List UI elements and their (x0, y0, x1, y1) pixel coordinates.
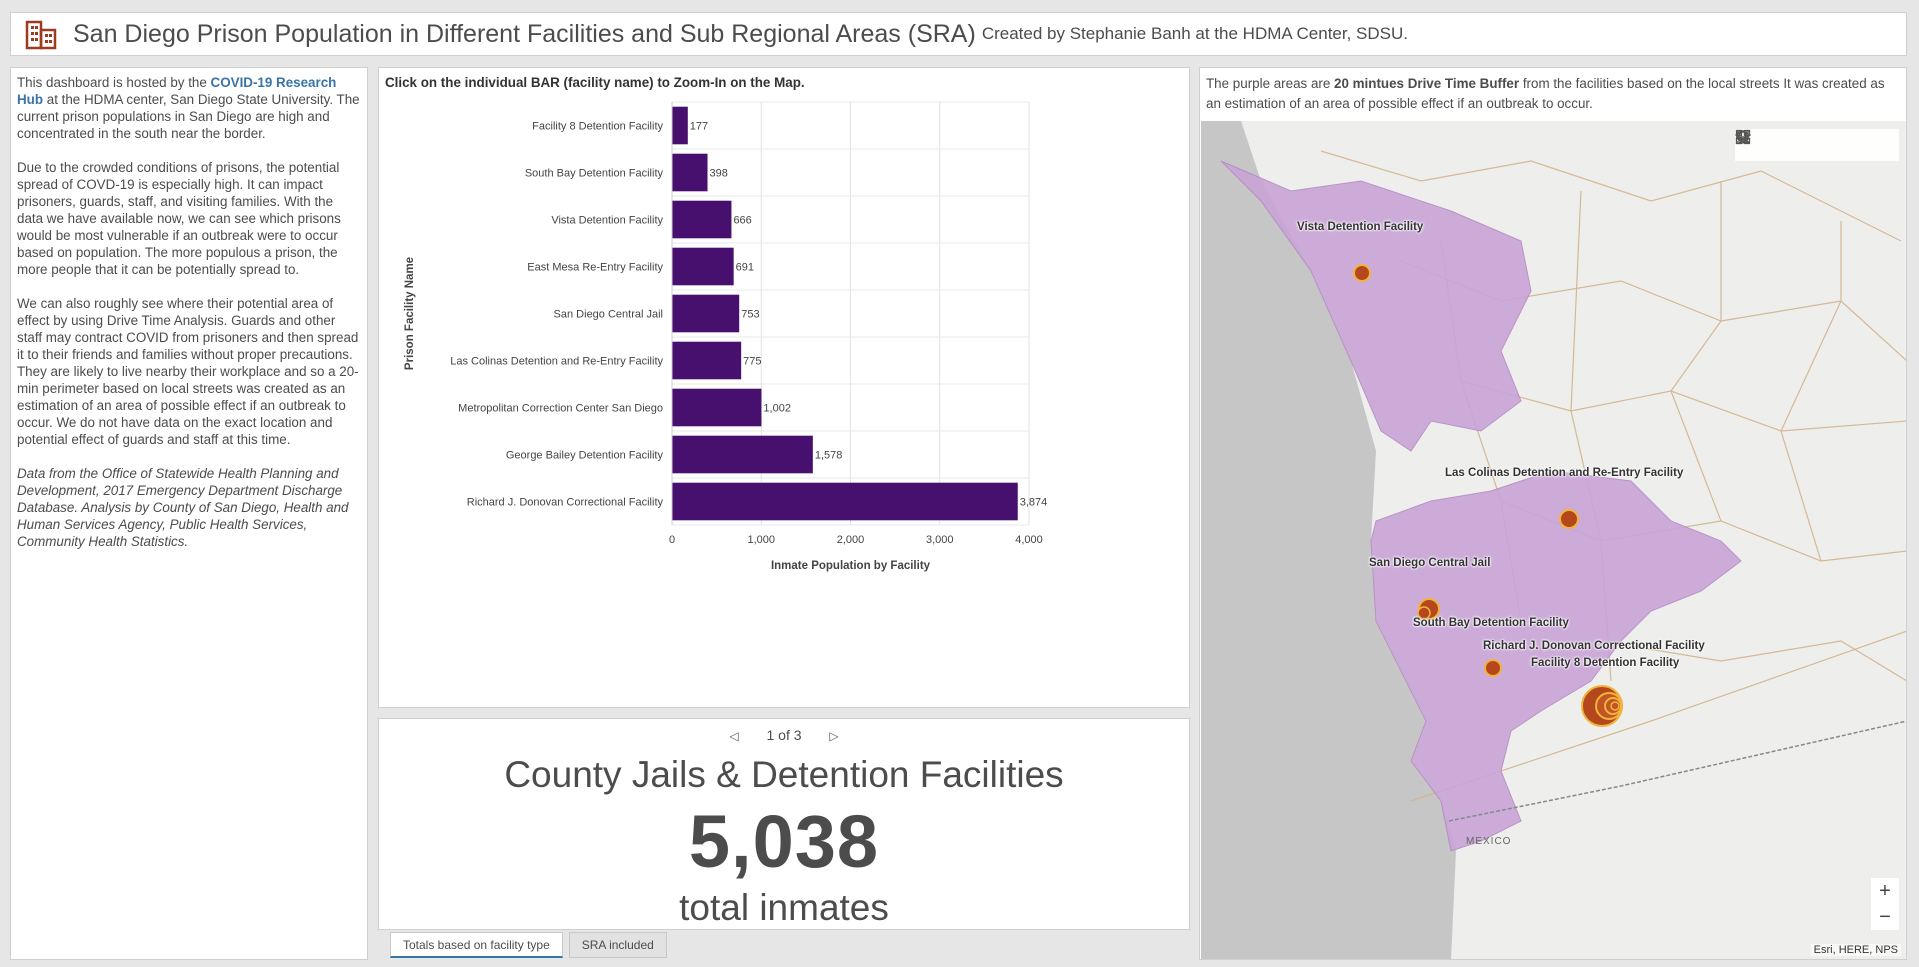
map-description: The purple areas are 20 mintues Drive Ti… (1206, 74, 1896, 114)
tab-sra-included[interactable]: SRA included (568, 932, 667, 958)
value-label: 691 (736, 262, 754, 274)
drive-time-paragraph: We can also roughly see where their pote… (17, 296, 359, 447)
dashboard-header: San Diego Prison Population in Different… (10, 12, 1907, 56)
category-label[interactable]: Metropolitan Correction Center San Diego (458, 403, 663, 415)
facility-bar-chart: Facility 8 Detention Facility 177 South Ba… (404, 101, 1048, 572)
y-axis-title: Prison Facility Name (404, 257, 416, 370)
value-label: 398 (710, 168, 728, 180)
description-panel: This dashboard is hosted by the COVID-19… (10, 67, 368, 960)
bar[interactable] (672, 388, 762, 427)
value-label: 666 (733, 215, 751, 227)
basemap-gallery-icon[interactable] (1735, 129, 1896, 158)
intro-text-end: at the HDMA center, San Diego State Univ… (17, 92, 360, 141)
map-toolbar (1735, 129, 1899, 161)
map-view[interactable]: Vista Detention Facility Las Colinas Det… (1201, 121, 1907, 960)
crowding-paragraph: Due to the crowded conditions of prisons… (17, 160, 341, 277)
map-panel: The purple areas are 20 mintues Drive Ti… (1199, 67, 1907, 960)
map-label-las-colinas: Las Colinas Detention and Re-Entry Facil… (1445, 467, 1684, 479)
category-label[interactable]: Las Colinas Detention and Re-Entry Facil… (450, 356, 663, 368)
map-label-central-jail: San Diego Central Jail (1369, 557, 1491, 569)
bar[interactable] (672, 247, 734, 286)
tab-totals[interactable]: Totals based on facility type (390, 932, 563, 958)
indicator-tabs: Totals based on facility type SRA includ… (390, 932, 667, 960)
prev-page-icon[interactable]: ◁ (729, 729, 738, 743)
indicator-value: 5,038 (688, 800, 880, 883)
zoom-controls: + − (1871, 878, 1899, 930)
facility-marker-facility8[interactable] (1610, 701, 1620, 711)
x-tick-label: 4,000 (1015, 534, 1043, 546)
home-icon[interactable] (1736, 130, 1800, 158)
x-tick-label: 3,000 (926, 534, 954, 546)
value-label: 177 (690, 121, 708, 133)
zoom-out-button[interactable]: − (1871, 904, 1899, 930)
bar[interactable] (672, 294, 740, 333)
next-page-icon[interactable]: ▷ (829, 729, 838, 743)
map-canvas[interactable] (1201, 121, 1907, 960)
category-label[interactable]: Richard J. Donovan Correctional Facility (467, 497, 664, 509)
category-label[interactable]: Vista Detention Facility (551, 215, 663, 227)
map-label-south-bay: South Bay Detention Facility (1413, 617, 1569, 629)
indicator-top-text: County Jails & Detention Facilities (504, 754, 1064, 795)
bar[interactable] (672, 153, 708, 192)
facility-marker-south-bay[interactable] (1484, 659, 1502, 677)
indicator-pager: ◁ 1 of 3 ▷ (379, 727, 1189, 743)
bar[interactable] (672, 200, 732, 239)
map-desc-start: The purple areas are (1206, 76, 1335, 91)
legend-icon[interactable] (1736, 131, 1832, 158)
x-tick-label: 0 (669, 534, 675, 546)
map-desc-bold: 20 mintues Drive Time Buffer (1334, 76, 1520, 91)
facility-marker-vista[interactable] (1353, 264, 1371, 282)
us-mexico-border (1448, 720, 1906, 822)
value-label: 753 (741, 309, 759, 321)
indicator-bottom-text: total inmates (679, 887, 889, 928)
map-label-facility8: Facility 8 Detention Facility (1531, 657, 1680, 669)
map-attribution: Esri, HERE, NPS (1810, 944, 1901, 956)
layers-icon[interactable] (1735, 130, 1864, 158)
bar[interactable] (672, 482, 1018, 521)
page-title: San Diego Prison Population in Different… (73, 19, 976, 48)
value-label: 775 (743, 356, 761, 368)
category-label[interactable]: South Bay Detention Facility (525, 168, 664, 180)
building-icon (25, 20, 57, 50)
x-axis-title: Inmate Population by Facility (771, 560, 931, 572)
value-label: 1,578 (815, 450, 843, 462)
data-source-paragraph: Data from the Office of Statewide Health… (17, 466, 349, 549)
zoom-in-button[interactable]: + (1871, 878, 1899, 904)
category-label[interactable]: George Bailey Detention Facility (506, 450, 664, 462)
category-label[interactable]: East Mesa Re-Entry Facility (527, 262, 663, 274)
bar[interactable] (672, 106, 688, 145)
intro-text-start: This dashboard is hosted by the (17, 75, 211, 90)
x-tick-label: 1,000 (747, 534, 775, 546)
bar[interactable] (672, 435, 813, 474)
bar[interactable] (672, 341, 742, 380)
facility-marker-las-colinas[interactable] (1559, 509, 1579, 529)
category-label[interactable]: San Diego Central Jail (554, 309, 663, 321)
map-label-vista: Vista Detention Facility (1297, 221, 1424, 233)
indicator-panel: ◁ 1 of 3 ▷ County Jails & Detention Faci… (378, 718, 1190, 930)
value-label: 1,002 (763, 403, 791, 415)
pager-text: 1 of 3 (766, 727, 802, 743)
bar-chart-panel: Click on the individual BAR (facility na… (378, 67, 1190, 708)
map-label-donovan: Richard J. Donovan Correctional Facility (1483, 640, 1705, 652)
category-label[interactable]: Facility 8 Detention Facility (532, 121, 663, 133)
x-tick-label: 2,000 (837, 534, 865, 546)
value-label: 3,874 (1020, 497, 1048, 509)
map-label-mexico: MEXICO (1466, 836, 1512, 847)
intro-paragraph: This dashboard is hosted by the COVID-19… (17, 74, 361, 142)
page-subtitle: Created by Stephanie Banh at the HDMA Ce… (981, 24, 1408, 43)
